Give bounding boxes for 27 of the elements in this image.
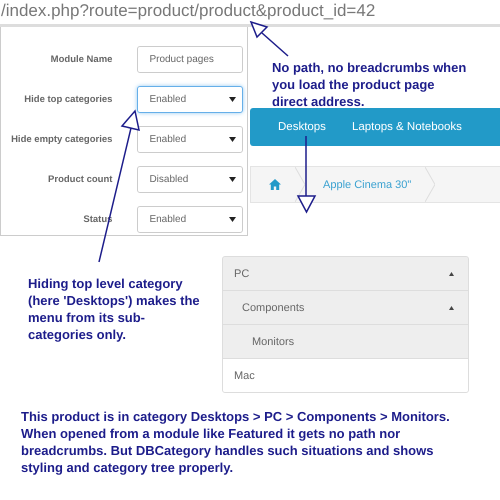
annotation-text: No path, no breadcrumbs when you load the product page direct address. bbox=[272, 60, 468, 111]
menu-link[interactable]: Desktops bbox=[278, 121, 326, 133]
breadcrumb-link[interactable]: Apple Cinema 30" bbox=[323, 178, 412, 190]
caret-icon bbox=[229, 176, 236, 182]
address-text[interactable]: /index.php?route=product/product&product_id=42 bbox=[0, 0, 500, 22]
category-item[interactable]: Mac bbox=[222, 358, 469, 393]
caret-icon bbox=[229, 96, 236, 102]
caret-icon bbox=[449, 272, 454, 276]
menu-link[interactable]: Laptops & Notebooks bbox=[352, 121, 462, 133]
field-label: Module Name bbox=[50, 54, 112, 64]
input-field[interactable]: Product pages bbox=[137, 46, 243, 72]
dropdown[interactable]: Enabled bbox=[137, 126, 243, 152]
field-label: Hide empty categories bbox=[10, 134, 112, 144]
dropdown[interactable]: Disabled bbox=[137, 166, 243, 192]
caret-icon bbox=[229, 136, 236, 142]
caret-icon bbox=[229, 216, 236, 222]
category-item[interactable]: Monitors bbox=[222, 324, 469, 359]
dropdown[interactable]: Enabled bbox=[137, 206, 243, 232]
annotation-text: This product is in category Desktops > PC > Components > Monitors. When opened from a module like Featured it gets no path nor breadcrumbs. But DBCategory handles such situations and shows styling and category tree properly. bbox=[21, 409, 451, 477]
dropdown[interactable]: Enabled bbox=[137, 86, 243, 112]
annotation-text: Hiding top level category (here 'Desktops') makes the menu from its sub-categories only. bbox=[28, 276, 200, 344]
category-item[interactable]: Components bbox=[222, 290, 469, 325]
category-item[interactable]: PC bbox=[222, 256, 469, 291]
field-label: Hide top categories bbox=[23, 94, 112, 104]
field-label: Product count bbox=[47, 174, 112, 184]
caret-icon bbox=[449, 306, 454, 310]
home-icon[interactable] bbox=[269, 179, 281, 190]
